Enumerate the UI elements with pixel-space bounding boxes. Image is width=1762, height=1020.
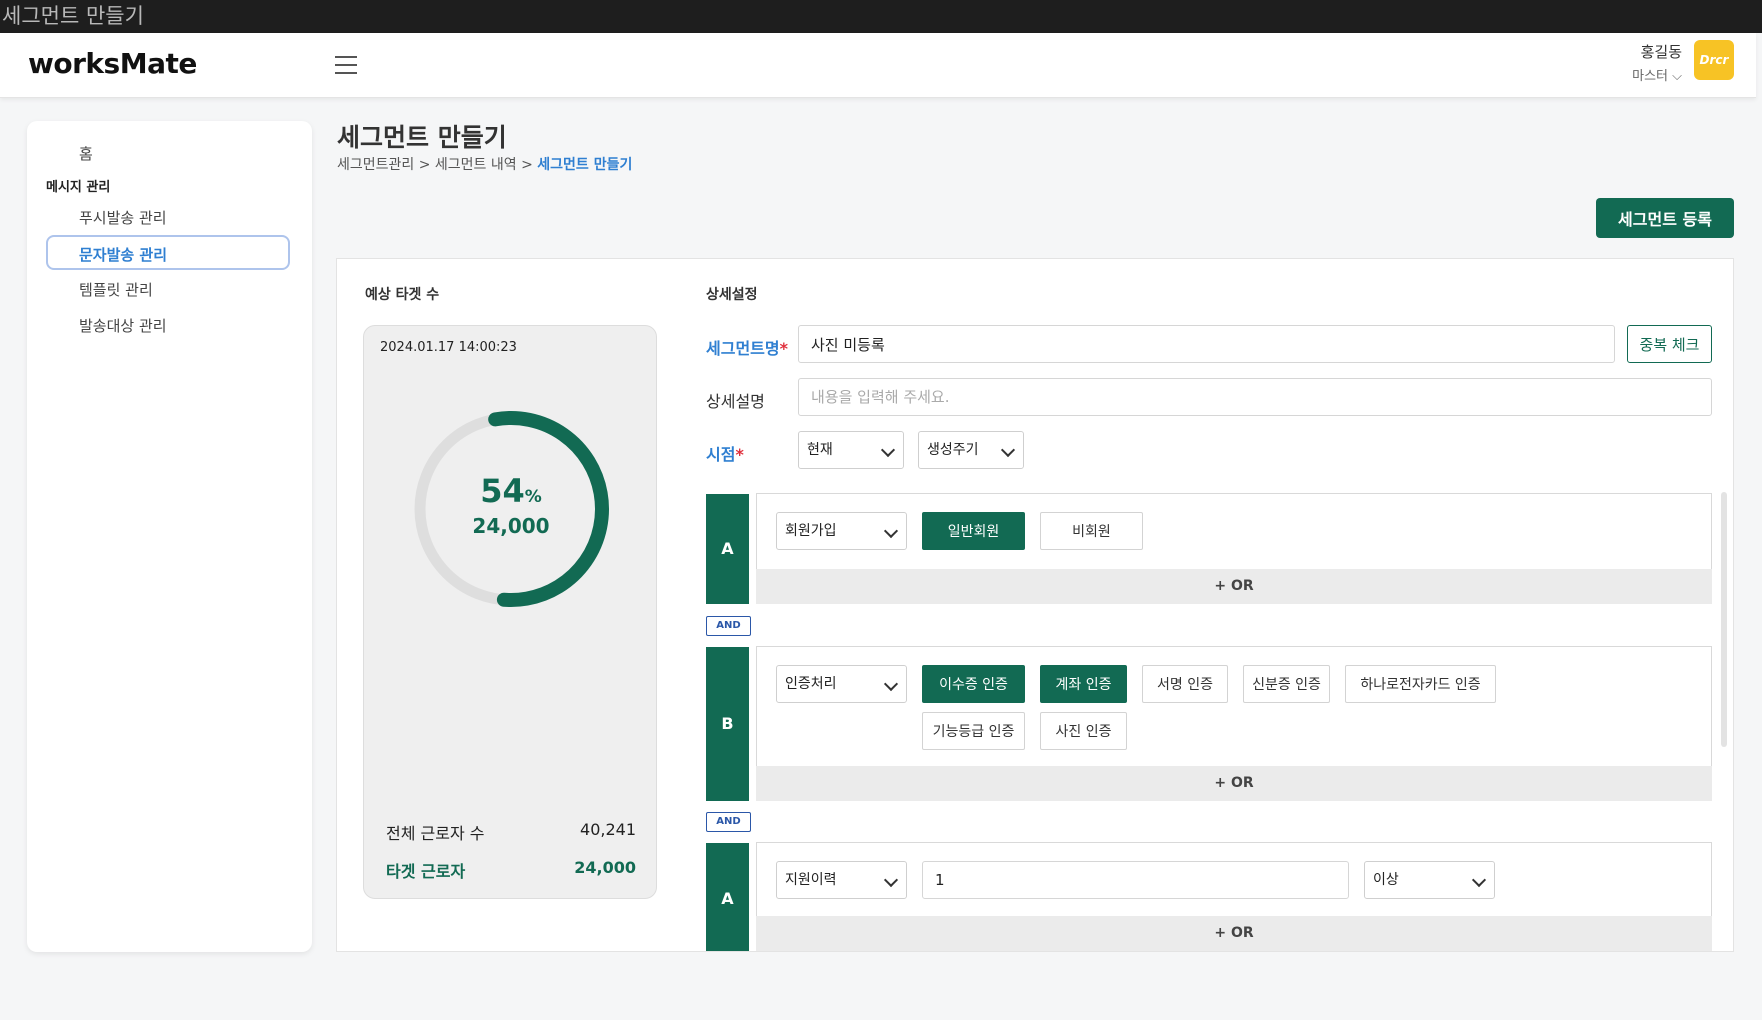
description-label: 상세설명 (706, 392, 765, 411)
condition-box: 지원이력 이상 (756, 842, 1712, 918)
timepoint-label: 시점* (706, 445, 744, 464)
total-workers-label: 전체 근로자 수 (386, 824, 485, 843)
breadcrumb-item[interactable]: 세그먼트관리 (337, 157, 414, 173)
breadcrumb: 세그먼트관리 > 세그먼트 내역 > 세그먼트 만들기 (337, 154, 632, 174)
timepoint-select-value: 현재 (807, 442, 833, 458)
sidebar-group-message: 메시지 관리 (46, 180, 111, 195)
cycle-select-value: 생성주기 (927, 442, 979, 458)
option-chip[interactable]: 하나로전자카드 인증 (1345, 665, 1496, 703)
condition-tag: A (706, 843, 749, 951)
target-percent-unit: % (524, 487, 542, 507)
chevron-down-icon (883, 872, 899, 888)
operator-select[interactable]: 이상 (1364, 861, 1495, 899)
condition-box: 인증처리 이수증 인증 계좌 인증 서명 인증 신분증 인증 하나로전자카드 인… (756, 646, 1712, 767)
sidebar-item-sms[interactable]: 문자발송 관리 (46, 235, 290, 270)
detail-section-label: 상세설정 (706, 287, 758, 303)
segment-name-label-text: 세그먼트명 (706, 339, 780, 358)
sidebar-item-recipients[interactable]: 발송대상 관리 (79, 315, 167, 336)
timepoint-label-text: 시점 (706, 445, 736, 464)
sidebar-item-push[interactable]: 푸시발송 관리 (79, 207, 167, 228)
add-or-button[interactable]: + OR (756, 916, 1712, 951)
duplicate-check-button[interactable]: 중복 체크 (1627, 325, 1712, 363)
target-workers-label: 타겟 근로자 (386, 862, 466, 881)
segment-name-label: 세그먼트명* (706, 339, 788, 358)
register-segment-button[interactable]: 세그먼트 등록 (1596, 198, 1734, 238)
logo[interactable]: worksMate (28, 47, 197, 80)
target-donut-chart: 54% 24,000 (408, 406, 614, 612)
sidebar: 홈 메시지 관리 푸시발송 관리 문자발송 관리 템플릿 관리 발송대상 관리 (27, 121, 312, 952)
add-or-button[interactable]: + OR (756, 766, 1712, 801)
condition-tag: B (706, 647, 749, 801)
condition-type-select[interactable]: 인증처리 (776, 665, 907, 703)
total-workers-value: 40,241 (580, 820, 636, 839)
segment-form-panel: 예상 타겟 수 2024.01.17 14:00:23 54% 24,000 전… (336, 258, 1734, 952)
window-title: 세그먼트 만들기 (0, 0, 1762, 33)
condition-type-select[interactable]: 지원이력 (776, 861, 907, 899)
condition-tag: A (706, 494, 749, 604)
top-navbar: worksMate 홍길동 마스터 ⌵ Drcr (0, 33, 1756, 98)
target-workers-value: 24,000 (574, 858, 636, 877)
breadcrumb-item[interactable]: 세그먼트 내역 (435, 157, 517, 173)
target-percent: 54% (408, 472, 614, 510)
target-percent-value: 54 (480, 472, 525, 510)
condition-type-value: 지원이력 (785, 872, 837, 888)
sidebar-item-label: 문자발송 관리 (79, 246, 168, 264)
add-or-button[interactable]: + OR (756, 569, 1712, 604)
timepoint-select[interactable]: 현재 (798, 431, 904, 469)
condition-value-input[interactable] (922, 861, 1349, 899)
condition-box: 회원가입 일반회원 비회원 (756, 493, 1712, 570)
and-connector[interactable]: AND (706, 616, 751, 636)
description-input[interactable] (798, 378, 1712, 416)
avatar[interactable]: Drcr (1694, 40, 1734, 80)
target-timestamp: 2024.01.17 14:00:23 (380, 340, 517, 355)
page-title: 세그먼트 만들기 (337, 123, 507, 152)
option-chip[interactable]: 비회원 (1040, 512, 1143, 550)
chevron-down-icon (883, 676, 899, 692)
user-role-dropdown[interactable]: 마스터 ⌵ (1632, 65, 1682, 84)
chevron-down-icon (883, 523, 899, 539)
user-name: 홍길동 (1640, 43, 1682, 61)
option-chip[interactable]: 사진 인증 (1040, 712, 1127, 750)
condition-type-value: 인증처리 (785, 676, 837, 692)
target-card: 2024.01.17 14:00:23 54% 24,000 전체 근로자 수 … (363, 325, 657, 899)
cycle-select[interactable]: 생성주기 (918, 431, 1024, 469)
menu-toggle-icon[interactable] (335, 56, 357, 74)
option-chip[interactable]: 이수증 인증 (922, 665, 1025, 703)
condition-type-select[interactable]: 회원가입 (776, 512, 907, 550)
operator-select-value: 이상 (1373, 872, 1399, 888)
chevron-down-icon (880, 442, 896, 458)
segment-name-input[interactable] (798, 325, 1615, 363)
chevron-down-icon (1000, 442, 1016, 458)
breadcrumb-separator: > (418, 157, 431, 173)
sidebar-item-home[interactable]: 홈 (79, 143, 93, 164)
option-chip[interactable]: 일반회원 (922, 512, 1025, 550)
option-chip[interactable]: 서명 인증 (1142, 665, 1228, 703)
option-chip[interactable]: 계좌 인증 (1040, 665, 1127, 703)
logo-text-suffix: ate (147, 47, 197, 80)
condition-type-value: 회원가입 (785, 523, 837, 539)
breadcrumb-current: 세그먼트 만들기 (537, 157, 633, 173)
option-chip[interactable]: 기능등급 인증 (922, 712, 1025, 750)
breadcrumb-separator: > (521, 157, 533, 173)
and-connector[interactable]: AND (706, 812, 751, 832)
scrollbar[interactable] (1721, 492, 1727, 747)
target-count: 24,000 (472, 514, 550, 538)
target-section-label: 예상 타겟 수 (365, 287, 440, 303)
chevron-down-icon (1471, 872, 1487, 888)
logo-text-prefix: worksM (28, 47, 148, 80)
sidebar-item-template[interactable]: 템플릿 관리 (79, 279, 153, 300)
option-chip[interactable]: 신분증 인증 (1243, 665, 1330, 703)
